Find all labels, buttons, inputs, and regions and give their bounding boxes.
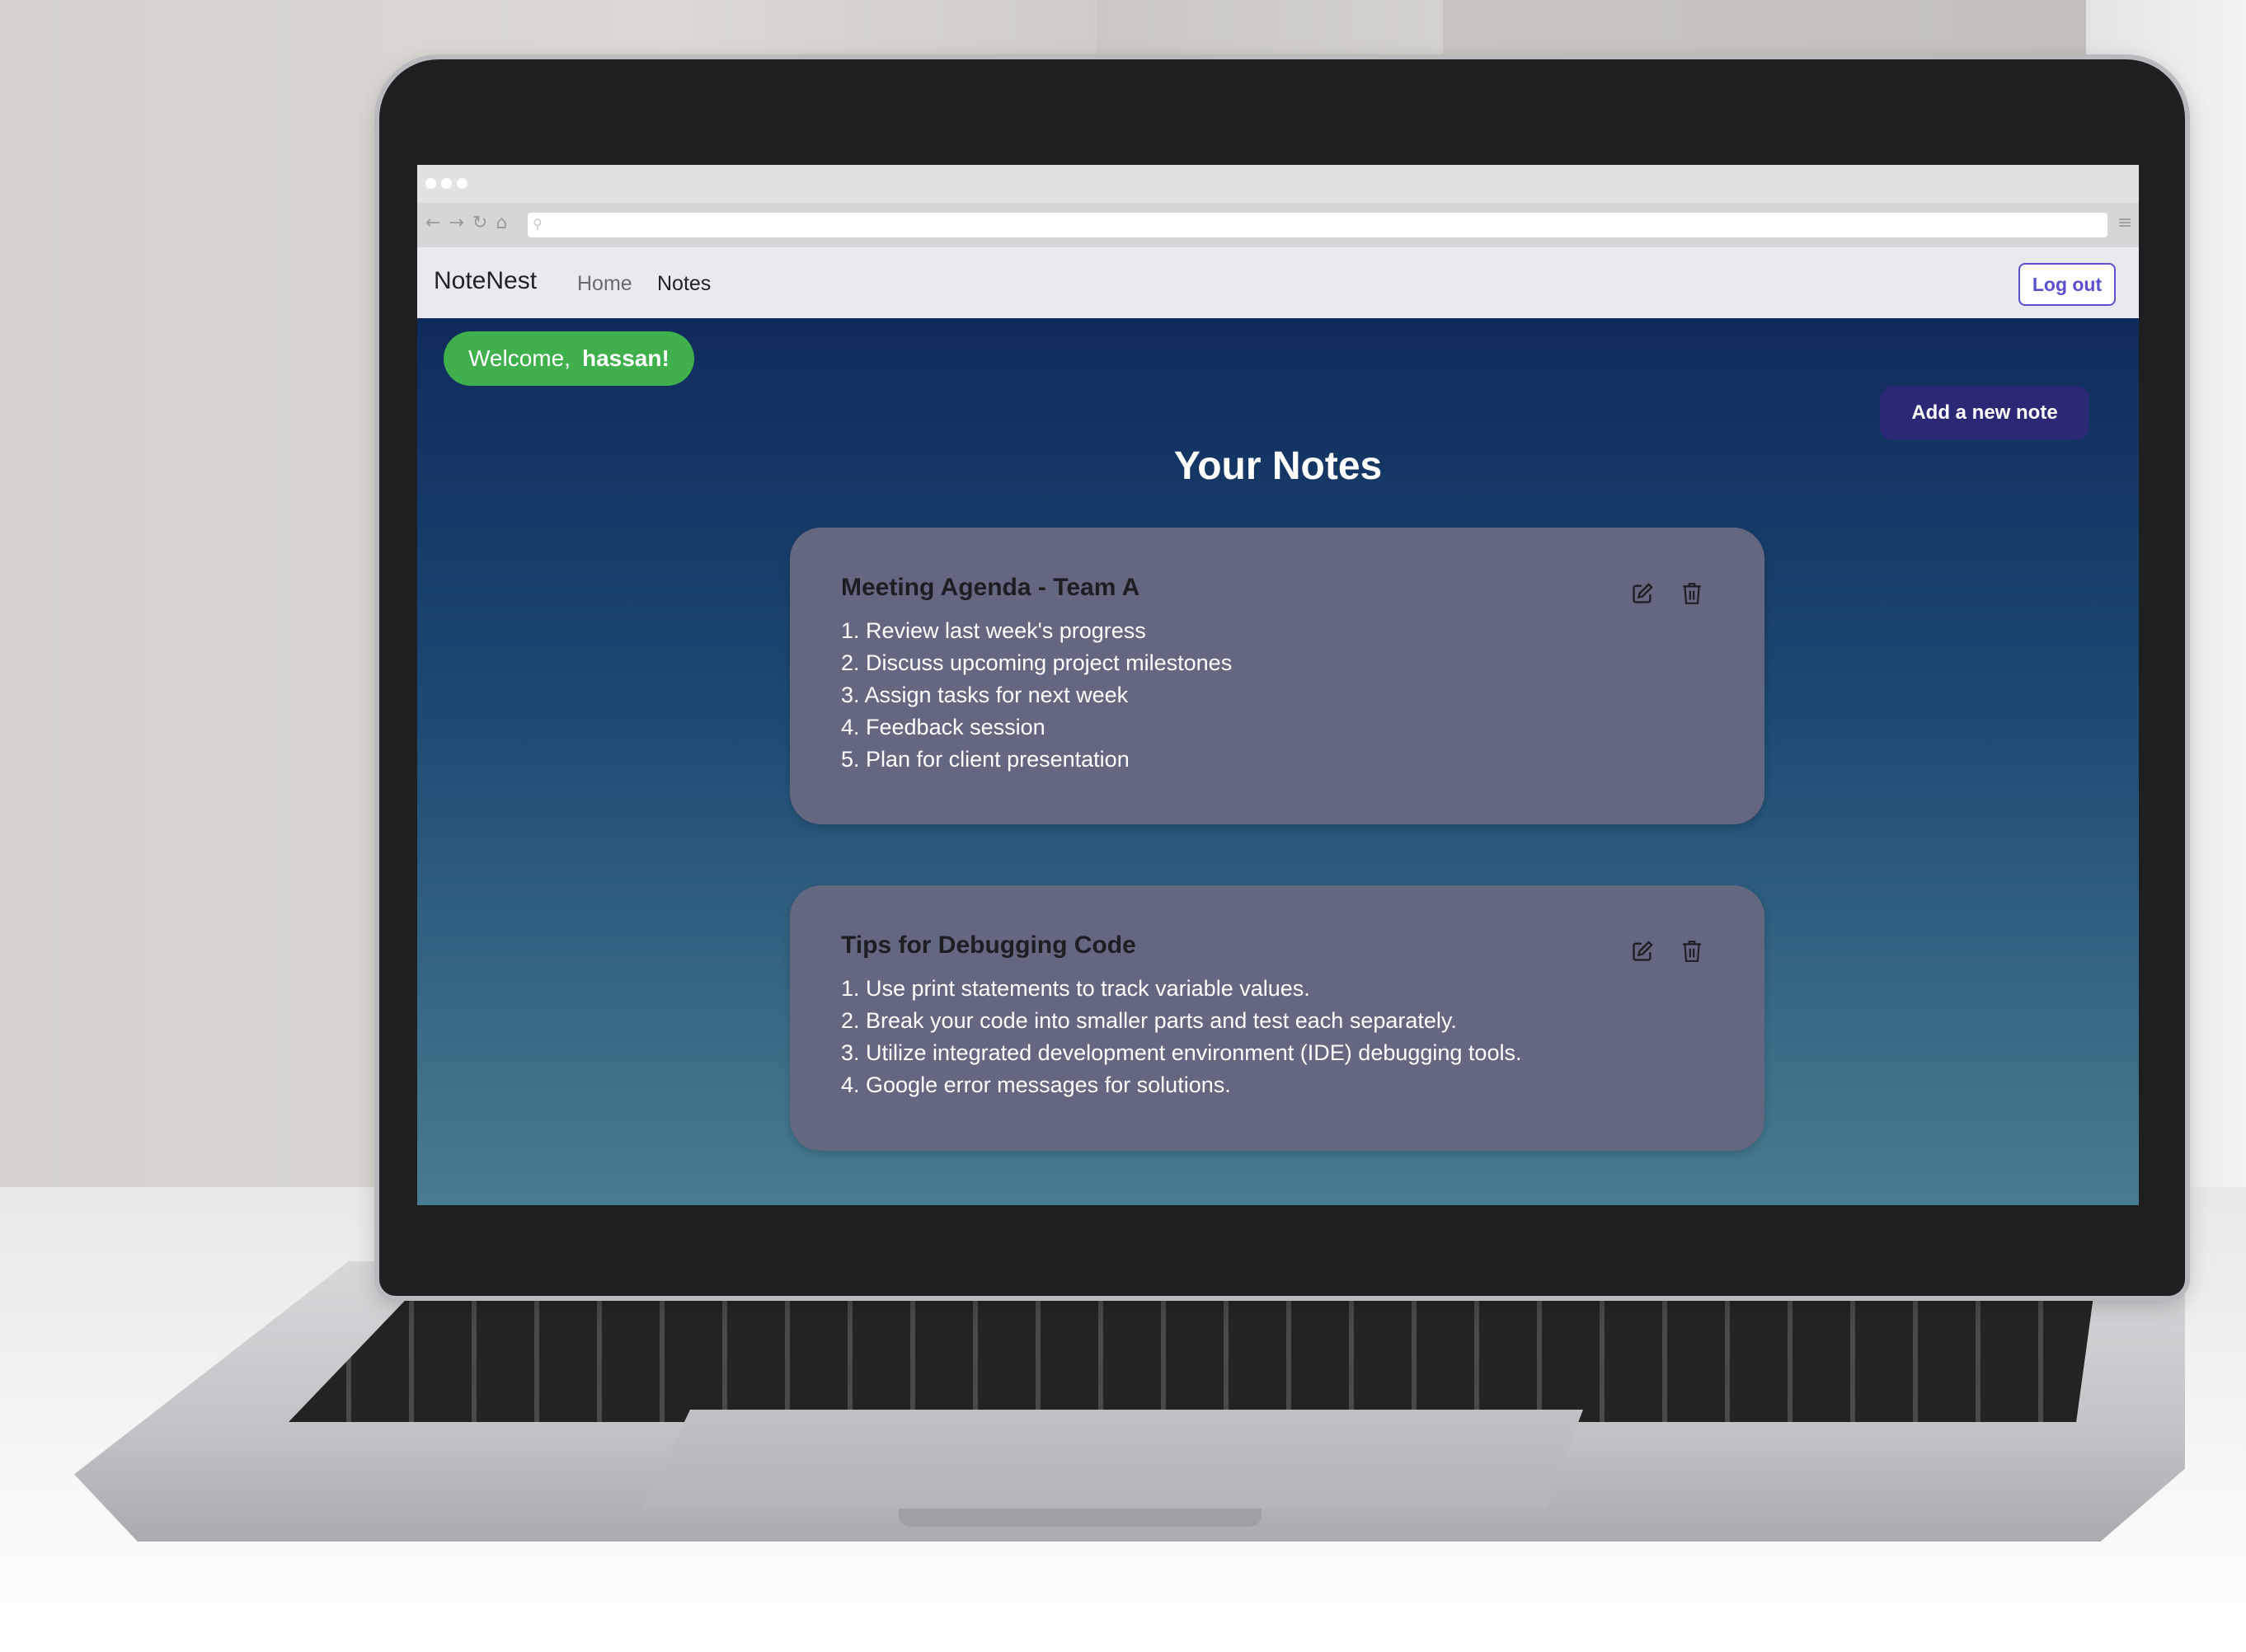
note-line: 4. Feedback session <box>841 715 1045 739</box>
logout-button[interactable]: Log out <box>2018 263 2116 306</box>
note-line: 3. Assign tasks for next week <box>841 683 1129 707</box>
note-card: Tips for Debugging Code 1. Use print sta… <box>790 885 1764 1151</box>
note-card: Meeting Agenda - Team A 1. Review last w… <box>790 528 1764 824</box>
window-controls <box>425 178 468 189</box>
laptop-front-notch <box>899 1509 1262 1527</box>
note-line: 3. Utilize integrated development enviro… <box>841 1040 1522 1065</box>
address-bar[interactable]: ⚲ <box>528 213 2107 237</box>
note-line: 1. Use print statements to track variabl… <box>841 976 1310 1001</box>
note-line: 2. Discuss upcoming project milestones <box>841 650 1233 675</box>
close-window-dot[interactable] <box>425 178 436 189</box>
note-title: Meeting Agenda - Team A <box>841 574 1140 601</box>
edit-icon[interactable] <box>1629 938 1656 964</box>
trash-icon[interactable] <box>1679 580 1705 607</box>
browser-menu-icon[interactable]: ≡ <box>2117 213 2132 233</box>
home-icon[interactable]: ⌂ <box>496 213 507 233</box>
back-arrow-icon[interactable]: ← <box>425 213 440 233</box>
minimize-window-dot[interactable] <box>441 178 452 189</box>
brand-logo[interactable]: NoteNest <box>434 267 537 295</box>
browser-toolbar: ← → ↻ ⌂ ⚲ ≡ <box>417 203 2139 247</box>
welcome-badge: Welcome, hassan! <box>444 331 694 386</box>
laptop-keyboard <box>289 1290 2094 1422</box>
note-line: 2. Break your code into smaller parts an… <box>841 1008 1457 1033</box>
nav-link-home[interactable]: Home <box>577 272 632 296</box>
note-actions <box>1629 580 1705 607</box>
nav-link-notes[interactable]: Notes <box>657 272 711 296</box>
maximize-window-dot[interactable] <box>457 178 468 189</box>
reload-icon[interactable]: ↻ <box>472 213 487 233</box>
edit-icon[interactable] <box>1629 580 1656 607</box>
laptop-screen: ← → ↻ ⌂ ⚲ ≡ NoteNest Home Notes Log out … <box>417 165 2139 1205</box>
note-line: 4. Google error messages for solutions. <box>841 1072 1231 1097</box>
browser-nav-buttons: ← → ↻ ⌂ <box>425 213 507 233</box>
browser-title-bar <box>417 165 2139 203</box>
app-navbar: NoteNest Home Notes Log out <box>417 247 2139 318</box>
note-actions <box>1629 938 1705 964</box>
welcome-prefix: Welcome, <box>468 345 571 371</box>
add-note-button[interactable]: Add a new note <box>1880 386 2089 440</box>
forward-arrow-icon[interactable]: → <box>449 213 463 233</box>
page-title: Your Notes <box>1173 444 1383 488</box>
notes-page: Welcome, hassan! Add a new note Your Not… <box>417 318 2139 1205</box>
search-icon: ⚲ <box>533 216 543 232</box>
welcome-username: hassan! <box>581 345 670 371</box>
laptop-trackpad <box>643 1410 1583 1509</box>
note-title: Tips for Debugging Code <box>841 932 1136 959</box>
note-line: 1. Review last week's progress <box>841 618 1146 643</box>
note-line: 5. Plan for client presentation <box>841 747 1130 772</box>
trash-icon[interactable] <box>1679 938 1705 964</box>
